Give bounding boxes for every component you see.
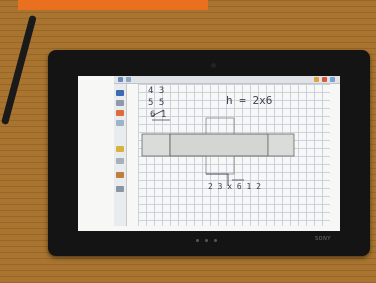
handwritten-margin-note: 6 1 (150, 110, 167, 120)
net-top-face (205, 117, 235, 135)
handwritten-bottom-note: 2 3 x 6 1 2 (208, 182, 261, 191)
net-right-face (267, 133, 295, 157)
net-left-face (141, 133, 171, 157)
handwritten-formula: h = 2x6 (226, 94, 273, 107)
device-nav-buttons (196, 239, 224, 242)
brand-label: SONY (315, 236, 331, 242)
photo-scene: h = 2x6 4 3 5 5 6 1 2 3 x 6 1 2 SONY (0, 0, 376, 283)
camera-dot (211, 63, 216, 68)
orange-object (18, 0, 208, 10)
tablet-screen: h = 2x6 4 3 5 5 6 1 2 3 x 6 1 2 (78, 76, 340, 231)
net-center-face (169, 133, 269, 157)
handwritten-fraction-bottom: 5 5 (148, 98, 165, 108)
net-bottom-face (205, 155, 235, 175)
shape-drawing (141, 109, 295, 186)
handwritten-fraction-top: 4 3 (148, 86, 165, 96)
